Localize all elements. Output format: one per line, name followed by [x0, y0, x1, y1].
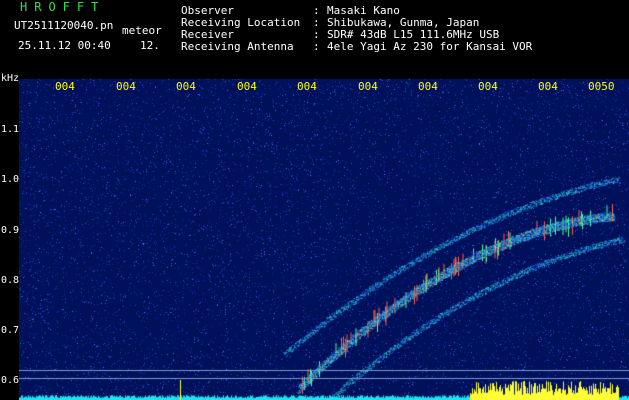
level-value: 12.: [140, 39, 160, 52]
info-value-antenna: 4ele Yagi Az 230 for Kansai VOR: [327, 40, 533, 53]
time-label: 004: [55, 80, 75, 93]
time-label: 004: [538, 80, 558, 93]
app-title: HROFFT: [20, 0, 106, 14]
y-tick-label: 0.7: [1, 325, 20, 336]
spectrogram-canvas: [19, 79, 629, 400]
info-separator: :: [313, 40, 320, 53]
time-label: 0050: [588, 80, 615, 93]
date-time: 25.11.12 00:40: [18, 39, 111, 52]
hrofft-screen: HROFFT UT2511120040.pn meteor 25.11.12 0…: [0, 0, 629, 400]
time-label: 004: [478, 80, 498, 93]
y-tick-label: 1.1: [1, 124, 20, 135]
time-label: 004: [237, 80, 257, 93]
spectrogram-plot: [19, 79, 629, 400]
y-tick-label: 0.8: [1, 275, 20, 286]
y-tick-label: 0.9: [1, 225, 20, 236]
y-tick-label: 0.6: [1, 375, 20, 386]
mode-label: meteor: [122, 24, 162, 37]
file-name: UT2511120040.pn: [14, 19, 114, 32]
info-key-antenna: Receiving Antenna: [181, 40, 294, 53]
y-tick-label: 1.0: [1, 174, 20, 185]
time-label: 004: [358, 80, 378, 93]
time-label: 004: [418, 80, 438, 93]
frequency-unit-label: kHz: [1, 73, 20, 84]
time-label: 004: [297, 80, 317, 93]
time-label: 004: [116, 80, 136, 93]
time-label: 004: [176, 80, 196, 93]
